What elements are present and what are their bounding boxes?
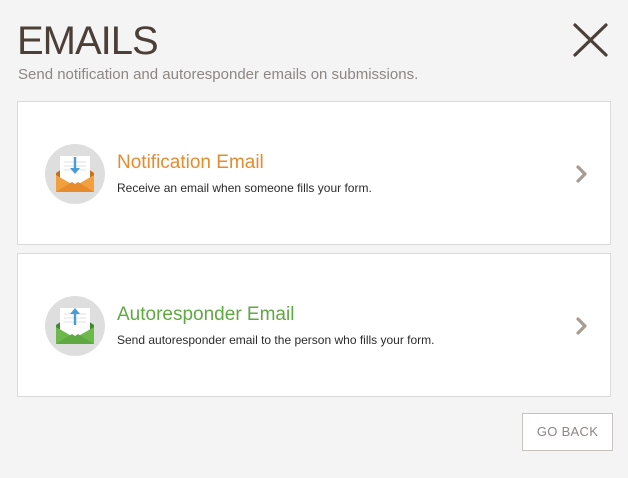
notification-email-title: Notification Email (117, 152, 264, 173)
autoresponder-email-description: Send autoresponder email to the person w… (117, 333, 435, 347)
notification-email-card[interactable]: Notification Email Receive an email when… (17, 101, 611, 245)
close-button[interactable] (570, 20, 612, 60)
page-subtitle: Send notification and autoresponder emai… (18, 66, 419, 83)
close-icon (573, 23, 608, 57)
page-title: EMAILS (17, 19, 159, 63)
notification-email-description: Receive an email when someone fills your… (117, 181, 372, 195)
envelope-upload-icon (45, 296, 105, 356)
chevron-right-icon (575, 317, 589, 335)
chevron-right-icon (575, 165, 589, 183)
autoresponder-email-title: Autoresponder Email (117, 304, 295, 325)
envelope-download-icon (45, 144, 105, 204)
autoresponder-email-card[interactable]: Autoresponder Email Send autoresponder e… (17, 253, 611, 397)
go-back-button[interactable]: GO BACK (522, 413, 613, 451)
